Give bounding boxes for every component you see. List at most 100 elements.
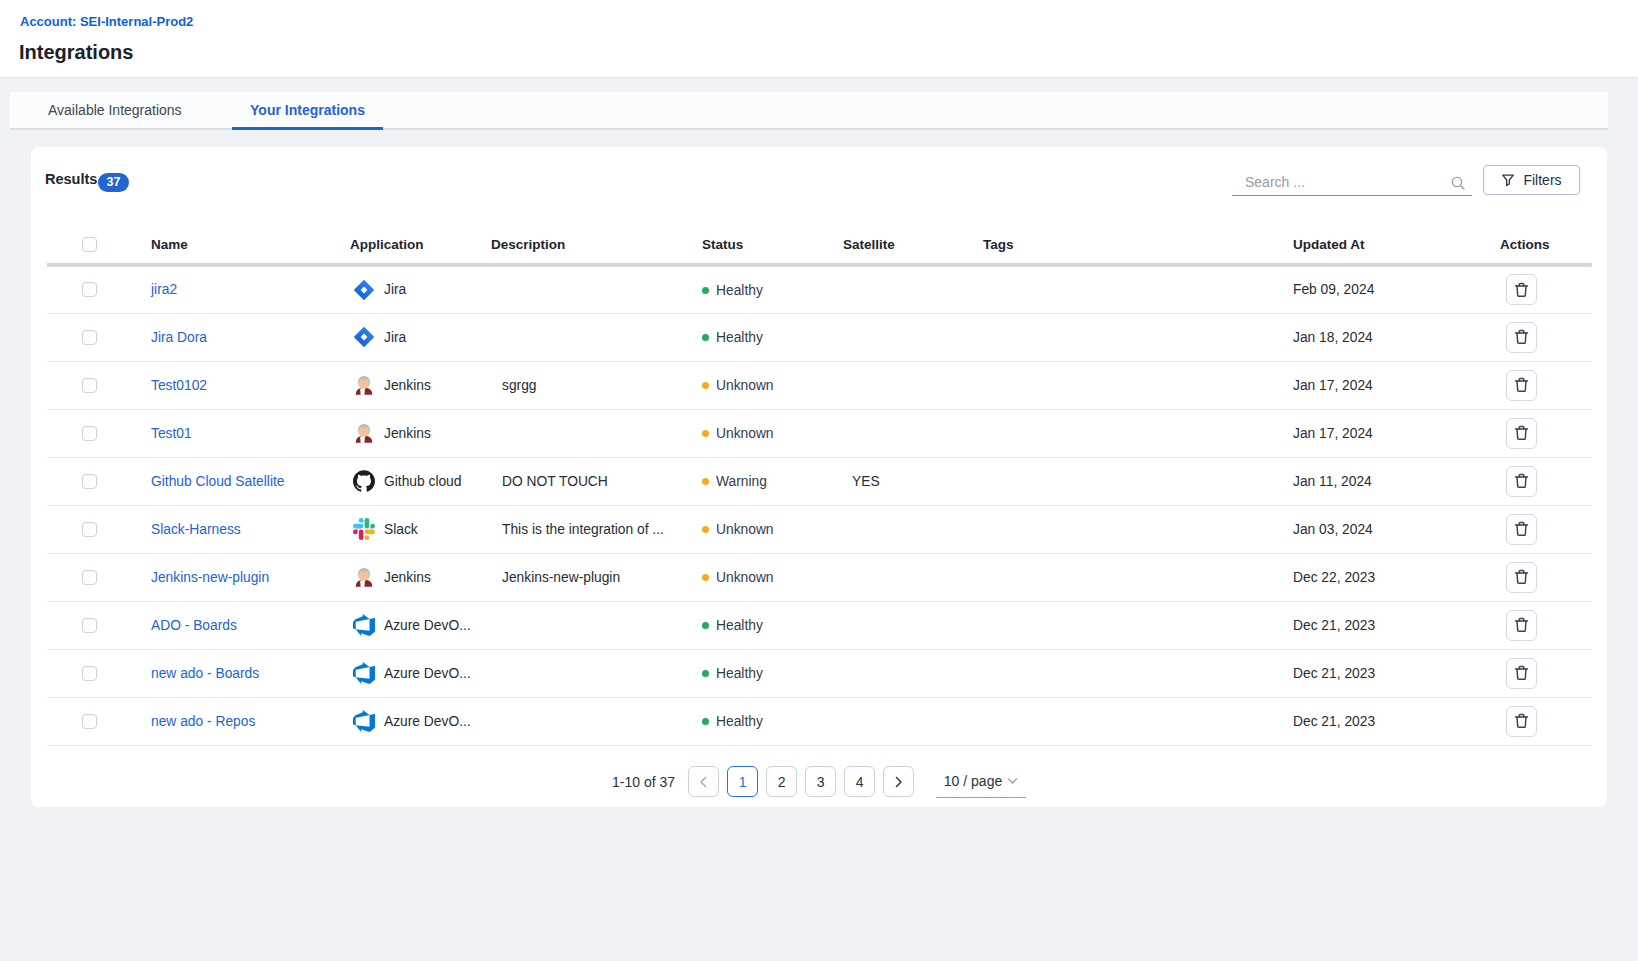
- status-label: Healthy: [716, 330, 763, 345]
- integration-name-link[interactable]: Test0102: [151, 378, 207, 393]
- row-checkbox[interactable]: [82, 522, 97, 537]
- integration-name-link[interactable]: Jenkins-new-plugin: [151, 570, 269, 585]
- delete-button[interactable]: [1506, 514, 1537, 545]
- updated-at-cell: Jan 03, 2024: [1293, 505, 1500, 553]
- satellite-cell: YES: [843, 457, 983, 505]
- status-label: Warning: [716, 474, 767, 489]
- search-input[interactable]: [1232, 168, 1472, 195]
- tab-available-integrations[interactable]: Available Integrations: [30, 92, 200, 128]
- status-dot: [702, 718, 709, 725]
- description-cell: This is the integration of ...: [491, 505, 702, 553]
- application-label: Jenkins: [384, 378, 431, 393]
- column-header-tags: Tags: [983, 225, 1293, 265]
- application-label: Jenkins: [384, 570, 431, 585]
- status-dot: [702, 334, 709, 341]
- table-row: Github Cloud SatelliteGithub cloudDO NOT…: [47, 457, 1592, 505]
- status-dot: [702, 287, 709, 294]
- application-label: Azure DevO...: [384, 714, 471, 729]
- tags-cell: [983, 457, 1293, 505]
- column-header-updated-at: Updated At: [1293, 225, 1500, 265]
- delete-button[interactable]: [1506, 610, 1537, 641]
- updated-at-cell: Dec 21, 2023: [1293, 697, 1500, 745]
- delete-button[interactable]: [1506, 562, 1537, 593]
- delete-button[interactable]: [1506, 466, 1537, 497]
- next-page-button[interactable]: [883, 766, 914, 797]
- delete-button[interactable]: [1506, 370, 1537, 401]
- status-cell: Unknown: [702, 361, 843, 409]
- page-button-2[interactable]: 2: [766, 766, 797, 797]
- table-row: Test0102JenkinssgrggUnknownJan 17, 2024: [47, 361, 1592, 409]
- status-cell: Unknown: [702, 505, 843, 553]
- trash-icon: [1514, 425, 1529, 441]
- row-checkbox[interactable]: [82, 282, 97, 297]
- page-button-1[interactable]: 1: [727, 766, 758, 797]
- updated-at-cell: Dec 21, 2023: [1293, 601, 1500, 649]
- row-checkbox[interactable]: [82, 618, 97, 633]
- filters-button[interactable]: Filters: [1483, 165, 1580, 195]
- integration-name-link[interactable]: Github Cloud Satellite: [151, 474, 284, 489]
- previous-page-button[interactable]: [688, 766, 719, 797]
- table-row: Jenkins-new-pluginJenkinsJenkins-new-plu…: [47, 553, 1592, 601]
- tags-cell: [983, 313, 1293, 361]
- page-size-select[interactable]: 10 / page: [936, 765, 1026, 798]
- row-checkbox[interactable]: [82, 474, 97, 489]
- application-label: Azure DevO...: [384, 618, 471, 633]
- description-cell: [491, 697, 702, 745]
- search-box: [1232, 168, 1472, 196]
- tags-cell: [983, 649, 1293, 697]
- delete-button[interactable]: [1506, 658, 1537, 689]
- row-checkbox[interactable]: [82, 426, 97, 441]
- delete-button[interactable]: [1506, 418, 1537, 449]
- satellite-cell: [843, 601, 983, 649]
- azure-icon: [353, 614, 375, 636]
- status-dot: [702, 574, 709, 581]
- row-checkbox[interactable]: [82, 378, 97, 393]
- trash-icon: [1514, 665, 1529, 681]
- azure-icon: [353, 662, 375, 684]
- satellite-cell: [843, 505, 983, 553]
- jira-icon: [353, 326, 375, 348]
- tags-cell: [983, 697, 1293, 745]
- tags-cell: [983, 361, 1293, 409]
- integration-name-link[interactable]: new ado - Repos: [151, 714, 255, 729]
- integration-name-link[interactable]: jira2: [151, 282, 177, 297]
- row-checkbox[interactable]: [82, 570, 97, 585]
- status-label: Unknown: [716, 426, 774, 441]
- github-icon: [353, 470, 375, 492]
- integration-name-link[interactable]: ADO - Boards: [151, 618, 237, 633]
- status-label: Unknown: [716, 378, 774, 393]
- page-button-3[interactable]: 3: [805, 766, 836, 797]
- tab-your-integrations[interactable]: Your Integrations: [232, 92, 383, 128]
- row-checkbox[interactable]: [82, 666, 97, 681]
- integration-name-link[interactable]: Slack-Harness: [151, 522, 241, 537]
- filters-button-label: Filters: [1523, 172, 1561, 188]
- table-row: new ado - ReposAzure DevO...HealthyDec 2…: [47, 697, 1592, 745]
- column-header-description: Description: [491, 225, 702, 265]
- integration-name-link[interactable]: Jira Dora: [151, 330, 207, 345]
- integration-name-link[interactable]: new ado - Boards: [151, 666, 259, 681]
- tab-bar: Available Integrations Your Integrations: [10, 92, 1608, 130]
- row-checkbox[interactable]: [82, 714, 97, 729]
- updated-at-cell: Dec 22, 2023: [1293, 553, 1500, 601]
- slack-icon: [353, 518, 375, 540]
- jira-icon: [353, 279, 375, 301]
- status-cell: Healthy: [702, 265, 843, 313]
- pagination: 1-10 of 37 1234 10 / page: [31, 765, 1607, 798]
- delete-button[interactable]: [1506, 274, 1537, 305]
- integration-name-link[interactable]: Test01: [151, 426, 192, 441]
- description-cell: [491, 649, 702, 697]
- satellite-cell: [843, 553, 983, 601]
- row-checkbox[interactable]: [82, 330, 97, 345]
- tags-cell: [983, 601, 1293, 649]
- delete-button[interactable]: [1506, 706, 1537, 737]
- satellite-cell: [843, 697, 983, 745]
- trash-icon: [1514, 377, 1529, 393]
- account-link[interactable]: Account: SEI-Internal-Prod2: [20, 14, 193, 29]
- page-buttons: 1234: [723, 766, 879, 797]
- status-label: Healthy: [716, 618, 763, 633]
- page-button-4[interactable]: 4: [844, 766, 875, 797]
- column-header-satellite: Satellite: [843, 225, 983, 265]
- application-label: Jenkins: [384, 426, 431, 441]
- select-all-checkbox[interactable]: [82, 237, 97, 252]
- delete-button[interactable]: [1506, 322, 1537, 353]
